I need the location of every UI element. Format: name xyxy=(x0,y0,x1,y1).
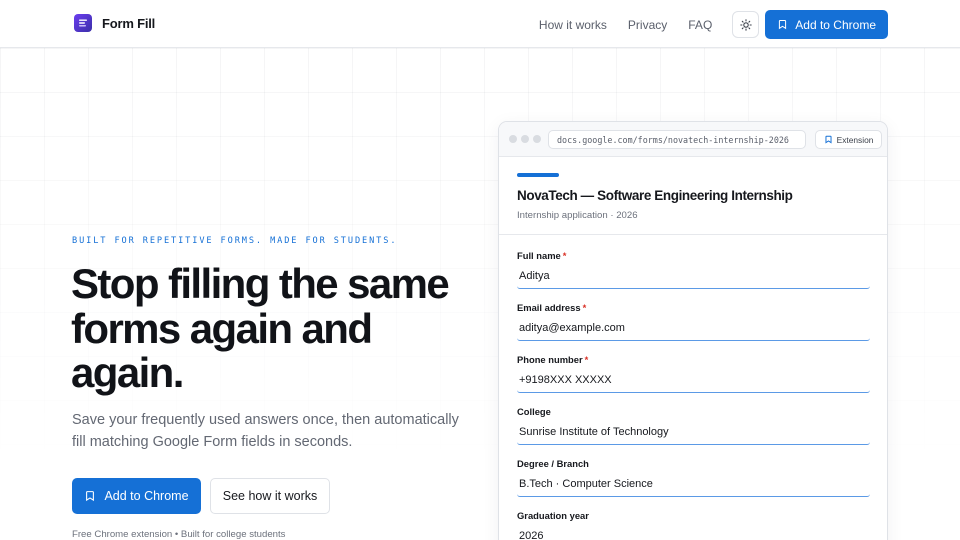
nav-menu: How it works Privacy FAQ Add to Chrome xyxy=(539,10,888,39)
form-subtitle: Internship application · 2026 xyxy=(517,210,638,221)
form-title: NovaTech — Software Engineering Internsh… xyxy=(517,188,793,203)
extension-badge[interactable]: Extension xyxy=(815,130,882,149)
hero-footnote: Free Chrome extension • Built for colleg… xyxy=(72,529,286,540)
graduation-year-input[interactable]: 2026 xyxy=(517,527,870,540)
extension-badge-label: Extension xyxy=(836,134,874,145)
bookmark-icon xyxy=(86,491,95,502)
header-cta-label: Add to Chrome xyxy=(795,17,876,32)
field-label: Phone number xyxy=(517,354,583,365)
field-college: College Sunrise Institute of Technology xyxy=(517,406,870,445)
hero-headline: Stop filling the same forms again and ag… xyxy=(71,260,450,396)
see-how-it-works-button[interactable]: See how it works xyxy=(210,478,330,514)
required-asterisk: * xyxy=(582,302,587,313)
brand-name: Form Fill xyxy=(102,15,156,31)
nav-link-faq[interactable]: FAQ xyxy=(688,18,712,32)
field-label: Graduation year xyxy=(517,510,589,521)
window-dot-maximize xyxy=(533,135,541,143)
field-label: Email address xyxy=(517,302,581,313)
phone-input[interactable]: +9198XXX XXXXX xyxy=(517,371,870,393)
hero-subtext: Save your frequently used answers once, … xyxy=(72,412,459,450)
browser-toolbar: docs.google.com/forms/novatech-internshi… xyxy=(499,122,887,157)
field-label: College xyxy=(517,406,551,417)
degree-input[interactable]: B.Tech · Computer Science xyxy=(517,475,870,497)
hero-eyebrow: BUILT FOR REPETITIVE FORMS. MADE FOR STU… xyxy=(72,236,398,246)
hero-add-to-chrome-button[interactable]: Add to Chrome xyxy=(72,478,201,514)
form-logo-icon xyxy=(74,14,92,32)
window-dot-close xyxy=(509,135,517,143)
required-asterisk: * xyxy=(584,354,589,365)
header-add-to-chrome-button[interactable]: Add to Chrome xyxy=(765,10,888,39)
window-dot-minimize xyxy=(521,135,529,143)
field-degree: Degree / Branch B.Tech · Computer Scienc… xyxy=(517,458,870,497)
field-label: Full name xyxy=(517,250,561,261)
email-input[interactable]: aditya@example.com xyxy=(517,319,870,341)
field-phone: Phone number * +9198XXX XXXXX xyxy=(517,354,870,393)
bookmark-icon xyxy=(779,20,787,30)
field-email: Email address * aditya@example.com xyxy=(517,302,870,341)
bookmark-icon xyxy=(825,135,832,144)
required-asterisk: * xyxy=(562,250,567,261)
full-name-input[interactable]: Aditya xyxy=(517,267,870,289)
sun-icon xyxy=(740,18,752,31)
theme-toggle-button[interactable] xyxy=(732,11,760,38)
college-input[interactable]: Sunrise Institute of Technology xyxy=(517,423,870,445)
address-bar[interactable]: docs.google.com/forms/novatech-internshi… xyxy=(548,130,806,149)
field-full-name: Full name * Aditya xyxy=(517,250,870,289)
field-label: Degree / Branch xyxy=(517,458,589,469)
field-graduation-year: Graduation year 2026 xyxy=(517,510,870,540)
top-navbar: Form Fill How it works Privacy FAQ Add t… xyxy=(0,0,960,48)
form-accent-bar xyxy=(517,173,559,177)
form-divider xyxy=(499,234,887,235)
nav-link-privacy[interactable]: Privacy xyxy=(628,18,667,32)
brand[interactable]: Form Fill xyxy=(74,14,155,32)
hero-primary-cta-label: Add to Chrome xyxy=(104,489,189,503)
nav-link-how-it-works[interactable]: How it works xyxy=(539,18,607,32)
browser-mockup: docs.google.com/forms/novatech-internshi… xyxy=(498,121,888,540)
